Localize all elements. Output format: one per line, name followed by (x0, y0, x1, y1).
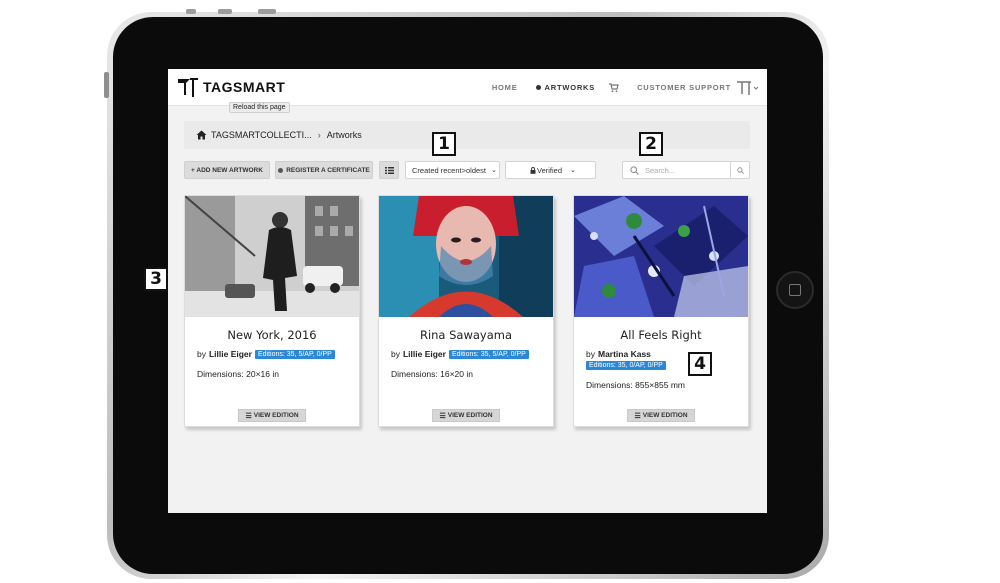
artwork-image[interactable] (379, 196, 553, 317)
artwork-card[interactable]: All Feels Right by Martina Kass Editions… (573, 195, 749, 427)
artwork-card[interactable]: New York, 2016 by Lillie Eiger Editions:… (184, 195, 360, 427)
artwork-dimensions: Dimensions: 855×855 mm (586, 380, 685, 390)
artwork-image-all-feels-right (574, 196, 748, 317)
home-button[interactable] (776, 271, 814, 309)
list-icon (384, 166, 394, 174)
editions-badge: Editions: 35, 5/AP, 0/PP (254, 349, 335, 359)
callout-label: 1 (432, 132, 456, 156)
breadcrumb-root[interactable]: TAGSMARTCOLLECTI... (211, 130, 312, 140)
artwork-title[interactable]: New York, 2016 (185, 328, 359, 342)
nav-artworks[interactable]: ARTWORKS (535, 83, 596, 92)
breadcrumb-current: Artworks (326, 130, 362, 140)
artwork-title[interactable]: All Feels Right (574, 328, 748, 342)
ipad-top-button (186, 9, 196, 14)
tagsmart-logo-icon (178, 78, 198, 97)
chevron-down-icon: ⌄ (570, 167, 576, 174)
artwork-dimensions: Dimensions: 20×16 in (197, 369, 279, 379)
callout-label: 3 (144, 267, 168, 291)
app-screen: TAGSMART HOME ARTWORKS CUSTOMER SUPPORT (168, 69, 767, 513)
artwork-byline: by Lillie Eiger Editions: 35, 5/AP, 0/PP (391, 349, 529, 359)
callout-label: 4 (688, 352, 712, 376)
by-label: by (586, 349, 595, 359)
add-artwork-button[interactable]: + ADD NEW ARTWORK (184, 161, 270, 179)
nav-links: HOME ARTWORKS CUSTOMER SUPPORT (474, 69, 759, 106)
nav-artworks-label: ARTWORKS (544, 83, 596, 92)
search-input[interactable]: Search... (645, 166, 730, 175)
nav-home[interactable]: HOME (492, 83, 518, 92)
artwork-image[interactable] (574, 196, 748, 317)
artwork-byline: by Martina Kass Editions: 35, 0/AP, 0/PP (586, 349, 686, 370)
breadcrumb: TAGSMARTCOLLECTI... › Artworks (184, 121, 750, 149)
certificate-icon (278, 167, 284, 173)
view-edition-button[interactable]: ☰ VIEW EDITION (238, 409, 306, 422)
brand-name: TAGSMART (203, 79, 286, 95)
view-edition-button[interactable]: ☰ VIEW EDITION (432, 409, 500, 422)
nav-customer-support[interactable]: CUSTOMER SUPPORT (637, 83, 731, 92)
cart-icon[interactable] (609, 82, 619, 93)
artwork-card[interactable]: Rina Sawayama by Lillie Eiger Editions: … (378, 195, 554, 427)
chevron-right-icon: › (317, 130, 321, 140)
editions-badge: Editions: 35, 5/AP, 0/PP (448, 349, 529, 359)
list-icon: ☰ (634, 412, 641, 420)
register-certificate-button[interactable]: REGISTER A CERTIFICATE (275, 161, 373, 179)
verified-filter-select[interactable]: Verified ⌄ (505, 161, 596, 179)
artist-name[interactable]: Lillie Eiger (403, 349, 446, 359)
view-edition-label: VIEW EDITION (447, 412, 493, 419)
list-icon: ☰ (439, 412, 446, 420)
list-view-button[interactable] (379, 161, 399, 179)
view-edition-button[interactable]: ☰ VIEW EDITION (627, 409, 695, 422)
callout-label: 2 (639, 132, 663, 156)
active-dot-icon (535, 85, 541, 90)
editions-badge: Editions: 35, 0/AP, 0/PP (586, 361, 666, 370)
artwork-image-rina-sawayama (379, 196, 553, 317)
search-icon (736, 166, 744, 174)
lock-icon (530, 166, 536, 174)
by-label: by (391, 349, 400, 359)
artist-name[interactable]: Martina Kass (598, 349, 651, 359)
home-icon[interactable] (196, 130, 207, 140)
view-edition-label: VIEW EDITION (253, 412, 299, 419)
navbar: TAGSMART HOME ARTWORKS CUSTOMER SUPPORT (168, 69, 767, 106)
brand-logo[interactable]: TAGSMART (176, 75, 285, 99)
home-square-icon (789, 284, 801, 296)
by-label: by (197, 349, 206, 359)
search-box[interactable]: Search... (622, 161, 750, 179)
sort-select[interactable]: Created recent>oldest ⌄ (405, 161, 500, 179)
view-edition-label: VIEW EDITION (642, 412, 688, 419)
search-submit-button[interactable] (730, 162, 749, 178)
reload-tooltip: Reload this page (229, 102, 290, 113)
page: TAGSMART HOME ARTWORKS CUSTOMER SUPPORT (0, 0, 1000, 583)
ipad-top-button (218, 9, 232, 14)
chevron-down-icon: ⌄ (491, 167, 497, 174)
artwork-title[interactable]: Rina Sawayama (379, 328, 553, 342)
artwork-image-new-york (185, 196, 359, 317)
ipad-side-button (104, 72, 109, 98)
artwork-byline: by Lillie Eiger Editions: 35, 5/AP, 0/PP (197, 349, 335, 359)
register-certificate-label: REGISTER A CERTIFICATE (286, 166, 370, 174)
artist-name[interactable]: Lillie Eiger (209, 349, 252, 359)
sort-select-value: Created recent>oldest (412, 165, 487, 175)
toolbar: + ADD NEW ARTWORK REGISTER A CERTIFICATE… (184, 161, 750, 181)
account-menu-icon[interactable] (735, 80, 759, 96)
ipad-top-button (258, 9, 276, 14)
artwork-dimensions: Dimensions: 16×20 in (391, 369, 473, 379)
search-icon (630, 165, 639, 175)
artwork-image[interactable] (185, 196, 359, 317)
list-icon: ☰ (245, 412, 252, 420)
verified-filter-value: Verified (537, 165, 563, 175)
